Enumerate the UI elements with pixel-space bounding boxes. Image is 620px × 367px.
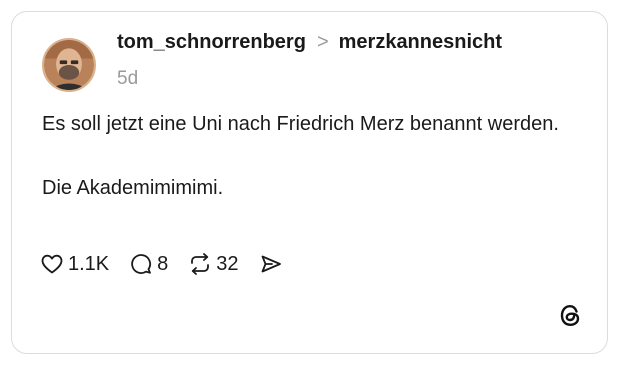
post-header: tom_schnorrenberg > merzkannesnicht — [117, 31, 502, 54]
threads-logo-icon[interactable] — [557, 302, 584, 329]
post-text-line: Es soll jetzt eine Uni nach Friedrich Me… — [42, 113, 559, 135]
action-bar: 1.1K 8 32 — [40, 252, 307, 276]
comment-icon — [131, 254, 152, 274]
like-count: 1.1K — [68, 252, 110, 275]
reply-to-name[interactable]: merzkannesnicht — [339, 31, 502, 54]
post-text: Es soll jetzt eine Uni nach Friedrich Me… — [42, 108, 562, 205]
heart-icon — [41, 254, 63, 274]
repost-count: 32 — [216, 252, 239, 275]
reply-count: 8 — [157, 252, 169, 275]
avatar[interactable] — [42, 38, 96, 92]
author-name[interactable]: tom_schnorrenberg — [117, 31, 306, 54]
avatar-photo — [44, 40, 94, 90]
share-icon — [261, 255, 281, 273]
reply-button[interactable]: 8 — [129, 252, 168, 276]
share-button[interactable] — [259, 252, 287, 276]
chevron-right-icon: > — [316, 31, 329, 53]
repost-icon — [191, 253, 210, 275]
post-text-line: Die Akademimimimi. — [42, 177, 224, 199]
like-button[interactable]: 1.1K — [40, 252, 109, 276]
repost-button[interactable]: 32 — [188, 252, 239, 276]
post-time: 5d — [117, 68, 139, 89]
